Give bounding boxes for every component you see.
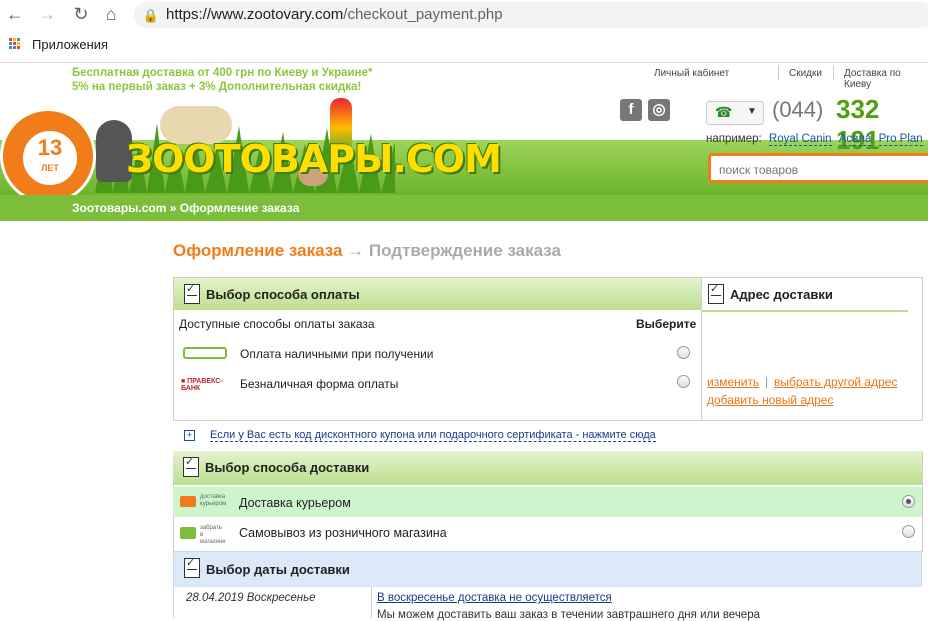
anniversary-badge: 13 ЛЕТ bbox=[0, 108, 96, 204]
courier-truck-icon: доставка курьером bbox=[180, 494, 226, 510]
bookmark-apps[interactable]: Приложения bbox=[32, 37, 108, 52]
checklist-icon bbox=[708, 282, 724, 304]
step-current: Оформление заказа bbox=[173, 241, 343, 260]
delivery-date-value[interactable]: 28.04.2019 Воскресенье bbox=[186, 592, 316, 604]
payment-option-cash[interactable]: Оплата наличными при получении bbox=[240, 347, 434, 361]
delivery-header: Выбор способа доставки bbox=[173, 451, 922, 485]
expand-plus-icon[interactable]: + bbox=[184, 430, 195, 441]
checklist-icon bbox=[184, 282, 200, 304]
checklist-icon bbox=[184, 556, 200, 578]
lock-icon[interactable]: 🔒 bbox=[140, 5, 162, 27]
apps-grid-icon[interactable] bbox=[9, 38, 21, 50]
browser-toolbar: ← → ↻ ⌂ 🔒 https://www.zootovary.com/chec… bbox=[0, 0, 928, 63]
home-icon[interactable]: ⌂ bbox=[100, 3, 122, 25]
back-arrow-icon[interactable]: ← bbox=[4, 3, 26, 25]
payment-available-label: Доступные способы оплаты заказа bbox=[179, 317, 375, 331]
promo-line-1: Бесплатная доставка от 400 грн по Киеву … bbox=[72, 67, 373, 79]
delivery-date-note[interactable]: В воскресенье доставка не осуществляется bbox=[377, 592, 612, 604]
date-column-divider bbox=[371, 587, 372, 618]
address-change-link[interactable]: изменить bbox=[707, 375, 759, 389]
phone-icon: ☎ bbox=[715, 104, 733, 120]
checkout-steps: Оформление заказа → Подтверждение заказа bbox=[173, 241, 561, 260]
link-divider bbox=[778, 66, 779, 80]
chevron-down-icon: ▼ bbox=[747, 106, 757, 117]
checklist-icon bbox=[183, 455, 199, 477]
search-box[interactable] bbox=[708, 153, 928, 183]
reload-icon[interactable]: ↻ bbox=[70, 3, 92, 25]
phone-dropdown-button[interactable]: ☎ ▼ bbox=[706, 101, 764, 125]
delivery-date-header: Выбор даты доставки bbox=[174, 552, 922, 586]
radio-payment-cash[interactable] bbox=[677, 346, 690, 359]
breadcrumb[interactable]: Зоотовары.com » Оформление заказа bbox=[72, 201, 299, 215]
phone-number: 332 191 bbox=[836, 94, 880, 155]
radio-delivery-courier[interactable] bbox=[902, 495, 915, 508]
account-link[interactable]: Личный кабинет bbox=[654, 68, 729, 79]
delivery-option-courier[interactable]: Доставка курьером bbox=[239, 496, 351, 510]
pravex-bank-icon: ■ ПРАВЕКС-БАНК bbox=[181, 378, 223, 392]
radio-delivery-pickup[interactable] bbox=[902, 525, 915, 538]
cash-on-delivery-icon bbox=[183, 345, 227, 361]
search-input[interactable] bbox=[717, 162, 921, 178]
step-next: Подтверждение заказа bbox=[368, 241, 561, 260]
delivery-date-sub: Мы можем доставить ваш заказ в течении з… bbox=[377, 609, 760, 621]
site-logo[interactable]: ЗООТОВАРЫ.COM bbox=[126, 137, 502, 181]
phone-code: (044) bbox=[772, 97, 824, 122]
example-acana[interactable]: Acana bbox=[838, 133, 872, 146]
promo-line-2: 5% на первый заказ + 3% Дополнительная с… bbox=[72, 81, 362, 93]
search-examples: например: Royal Canin Acana Pro Plan bbox=[706, 133, 923, 146]
discounts-link[interactable]: Скидки bbox=[789, 68, 822, 79]
address-link-divider: | bbox=[765, 375, 769, 389]
delivery-link[interactable]: Доставка по Киеву bbox=[844, 68, 928, 90]
example-royal-canin[interactable]: Royal Canin bbox=[768, 133, 832, 146]
instagram-icon[interactable]: ◎ bbox=[648, 99, 670, 121]
delivery-option-pickup[interactable]: Самовывоз из розничного магазина bbox=[239, 526, 447, 540]
payment-choose-label: Выберите bbox=[636, 317, 697, 331]
coupon-link[interactable]: Если у Вас есть код дисконтного купона и… bbox=[210, 429, 656, 442]
facebook-icon[interactable]: f bbox=[620, 99, 642, 121]
example-pro-plan[interactable]: Pro Plan bbox=[878, 133, 923, 146]
payment-header: Выбор способа оплаты bbox=[174, 278, 701, 310]
address-add-new-link[interactable]: добавить новый адрес bbox=[707, 393, 833, 407]
address-choose-other-link[interactable]: выбрать другой адрес bbox=[774, 375, 897, 389]
link-divider bbox=[833, 66, 834, 80]
store-pickup-icon: забрать в магазине bbox=[180, 525, 226, 545]
address-header: Адрес доставки bbox=[702, 278, 908, 312]
radio-payment-cashless[interactable] bbox=[677, 375, 690, 388]
forward-arrow-icon[interactable]: → bbox=[36, 3, 58, 25]
payment-option-cashless[interactable]: Безналичная форма оплаты bbox=[240, 377, 398, 391]
url-text[interactable]: https://www.zootovary.com/checkout_payme… bbox=[166, 6, 503, 23]
